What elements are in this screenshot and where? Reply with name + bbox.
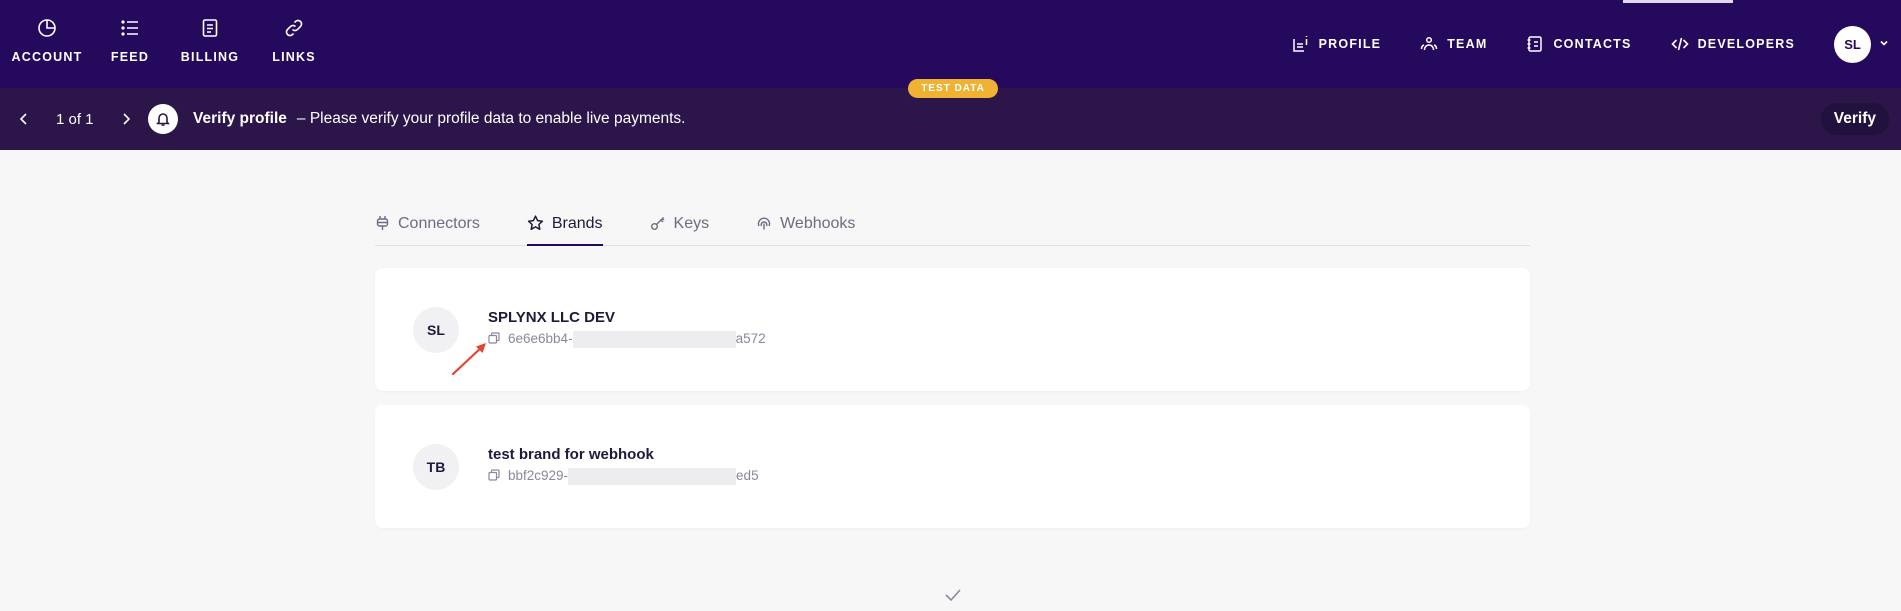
- nav-links[interactable]: LINKS: [254, 0, 334, 88]
- redacted-id: [572, 331, 736, 348]
- pager-count: 1 of 1: [56, 110, 94, 128]
- nav-team[interactable]: TEAM: [1420, 35, 1487, 53]
- contacts-icon: [1526, 35, 1544, 53]
- primary-nav: ACCOUNT FEED BILLING LINKS: [0, 0, 334, 88]
- bell-icon: [148, 104, 178, 134]
- nav-account[interactable]: ACCOUNT: [0, 0, 94, 88]
- brand-id-row: 6e6e6bb4- a572: [488, 331, 766, 348]
- brand-card[interactable]: SL SPLYNX LLC DEV 6e6e6bb4- a572: [375, 268, 1530, 391]
- chevron-down-icon: [1879, 35, 1889, 53]
- tab-connectors[interactable]: Connectors: [375, 204, 480, 246]
- link-icon: [282, 16, 306, 40]
- banner-message: Verify profile – Please verify your prof…: [193, 88, 685, 150]
- team-icon: [1420, 35, 1438, 53]
- star-icon: [527, 215, 544, 236]
- nav-billing-label: BILLING: [180, 50, 240, 64]
- chevron-right-icon[interactable]: [116, 113, 136, 125]
- tab-keys-label: Keys: [673, 215, 710, 232]
- brand-id-prefix: bbf2c929-: [508, 468, 569, 484]
- brand-id: 6e6e6bb4- a572: [508, 331, 766, 348]
- brand-card[interactable]: TB test brand for webhook bbf2c929- ed5: [375, 405, 1530, 528]
- nav-links-label: LINKS: [272, 50, 316, 64]
- profile-info-icon: [1292, 35, 1310, 53]
- nav-developers-label: DEVELOPERS: [1697, 37, 1795, 51]
- redacted-id: [568, 468, 737, 485]
- nav-profile[interactable]: PROFILE: [1292, 35, 1382, 53]
- brand-avatar: TB: [413, 444, 459, 490]
- nav-feed[interactable]: FEED: [94, 0, 166, 88]
- tab-webhooks[interactable]: Webhooks: [756, 204, 855, 246]
- nav-feed-label: FEED: [110, 50, 150, 64]
- tab-keys[interactable]: Keys: [650, 204, 710, 246]
- brand-id-suffix: a572: [735, 331, 766, 347]
- nav-account-label: ACCOUNT: [11, 50, 83, 64]
- developers-tabs: Connectors Brands Keys Webhooks: [375, 204, 1530, 246]
- top-navigation: ACCOUNT FEED BILLING LINKS PROFILE TEAM …: [0, 0, 1901, 88]
- nav-developers[interactable]: DEVELOPERS: [1670, 35, 1795, 53]
- brand-id-row: bbf2c929- ed5: [488, 468, 759, 485]
- tab-webhooks-label: Webhooks: [780, 215, 856, 232]
- nav-team-label: TEAM: [1447, 37, 1488, 51]
- copy-icon[interactable]: [488, 469, 500, 484]
- brand-name: SPLYNX LLC DEV: [488, 309, 615, 326]
- banner-description: – Please verify your profile data to ena…: [296, 110, 686, 127]
- tab-brands-label: Brands: [551, 215, 603, 232]
- nav-billing[interactable]: BILLING: [166, 0, 254, 88]
- annotation-arrow-icon: [450, 338, 490, 383]
- list-icon: [118, 16, 142, 40]
- brand-id-suffix: ed5: [736, 468, 759, 484]
- user-menu[interactable]: SL: [1834, 25, 1889, 63]
- test-data-badge: TEST DATA: [908, 79, 998, 98]
- code-icon: [1670, 35, 1689, 53]
- brand-id-prefix: 6e6e6bb4-: [508, 331, 573, 347]
- plug-icon: [375, 215, 390, 236]
- nav-contacts[interactable]: CONTACTS: [1526, 35, 1631, 53]
- key-icon: [650, 215, 666, 236]
- nav-contacts-label: CONTACTS: [1553, 37, 1632, 51]
- avatar: SL: [1834, 25, 1871, 63]
- checkmark-icon: [944, 588, 962, 607]
- nav-profile-label: PROFILE: [1318, 37, 1382, 51]
- tab-connectors-label: Connectors: [398, 215, 480, 232]
- brand-name: test brand for webhook: [488, 446, 654, 463]
- pie-chart-icon: [35, 16, 59, 40]
- webhook-icon: [756, 215, 772, 236]
- banner-pager: 1 of 1: [14, 88, 136, 150]
- banner-title: Verify profile: [193, 110, 287, 127]
- tab-brands[interactable]: Brands: [526, 204, 603, 246]
- secondary-nav: PROFILE TEAM CONTACTS DEVELOPERS SL: [1292, 0, 1901, 88]
- chevron-left-icon[interactable]: [14, 113, 34, 125]
- document-icon: [198, 16, 222, 40]
- brand-id: bbf2c929- ed5: [508, 468, 759, 485]
- verify-button[interactable]: Verify: [1820, 103, 1889, 135]
